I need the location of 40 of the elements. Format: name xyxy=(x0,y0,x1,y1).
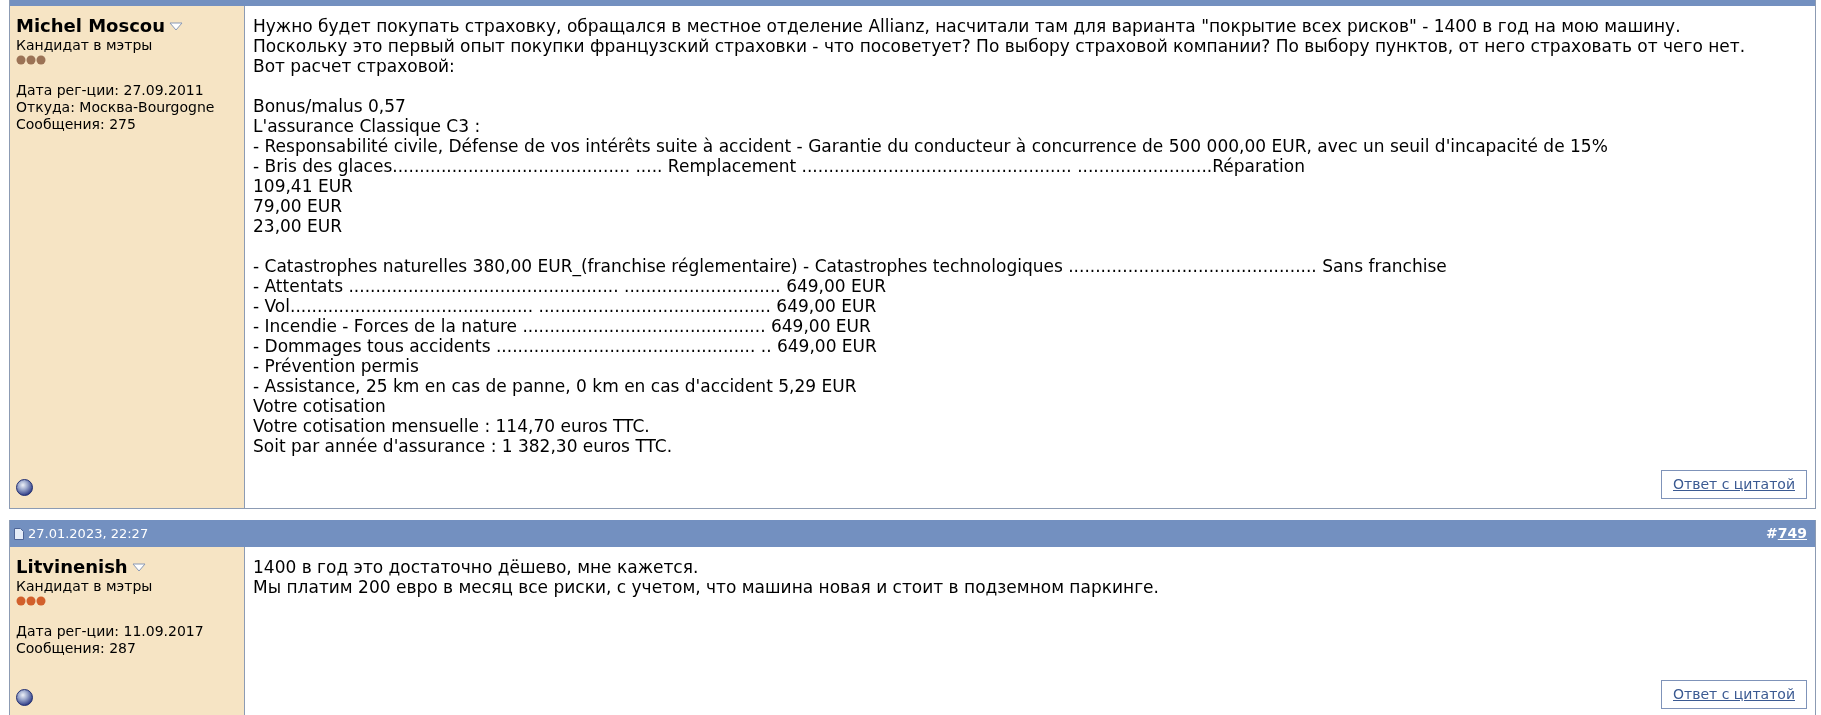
user-info-text: Откуда: Москва-Bourgogne xyxy=(16,99,216,116)
post-text-line: Нужно будет покупать страховку, обращался в местное отделение Allianz, насчитали там для варианта "покрытие всех рисков" - 1400 в год на мою машину. xyxy=(253,16,1682,36)
post-text-line: - Vol............................................. ........................................... 649,00 EUR xyxy=(253,296,878,316)
post-number-sign: # xyxy=(1766,524,1778,543)
sphere-icon xyxy=(16,479,33,496)
caret-icon[interactable] xyxy=(131,562,146,572)
document-icon xyxy=(14,527,24,540)
post-text-line: Bonus/malus 0,57 xyxy=(253,96,407,116)
post-text-line: Votre cotisation xyxy=(253,396,387,416)
post-text-line: 109,41 EUR xyxy=(253,176,354,196)
post-text-line: - Assistance, 25 km en cas de panne, 0 km en cas d'accident 5,29 EUR xyxy=(253,376,858,396)
username[interactable]: Litvinenish xyxy=(16,556,128,578)
post-text-line: - Attentats .................................................. ............................. 649,00 EUR xyxy=(253,276,888,296)
reply-with-quote-button[interactable]: Ответ с цитатой xyxy=(1661,679,1807,709)
user-info-text: Сообщения: 287 xyxy=(16,640,137,657)
post-text-line: 1400 в год это достаточно дёшево, мне кажется. xyxy=(253,557,700,577)
user-rank: Кандидат в мэтры xyxy=(16,578,154,595)
user-info-text: Дата рег-ции: 11.09.2017 xyxy=(16,623,205,640)
post-text-line: - Catastrophes naturelles 380,00 EUR_(franchise réglementaire) - Catastrophes technologiques .............................................. Sans franchise xyxy=(253,256,1448,276)
post-text-line: - Dommages tous accidents ................................................ .. 649,00 EUR xyxy=(253,336,878,356)
username[interactable]: Michel Moscou xyxy=(16,15,166,37)
user-info-text: Дата рег-ции: 27.09.2011 xyxy=(16,82,205,99)
user-rank: Кандидат в мэтры xyxy=(16,37,154,54)
post-text-line: Мы платим 200 евро в месяц все риски, с учетом, что машина новая и стоит в подземном паркинге. xyxy=(253,577,1160,597)
post-text-line: L'assurance Classique C3 : xyxy=(253,116,482,136)
post-text-line: - Prévention permis xyxy=(253,356,420,376)
post-text-line: Поскольку это первый опыт покупки французский страховки - что посоветует? По выбору страховой компании? По выбору пунктов, от него страховать от чего нет. xyxy=(253,36,1747,56)
post-text-line: - Bris des glaces............................................ ..... Remplacement .................................................. .........................Réparation xyxy=(253,156,1306,176)
sphere-icon xyxy=(16,688,33,706)
post-date: 27.01.2023, 22:27 xyxy=(28,524,149,543)
reply-with-quote-button[interactable]: Ответ с цитатой xyxy=(1661,470,1807,499)
post-text-line: Votre cotisation mensuelle : 114,70 euros TTC. xyxy=(253,416,651,436)
user-info-text: Сообщения: 275 xyxy=(16,116,137,133)
post-text-line: - Responsabilité civile, Défense de vos intérêts suite à accident - Garantie du conducteur à concurrence de 500 000,00 EUR, avec un seuil d'incapacité de 15% xyxy=(253,136,1609,156)
post-text-line: 79,00 EUR xyxy=(253,196,344,216)
caret-icon[interactable] xyxy=(169,21,184,31)
post-text-line: 23,00 EUR xyxy=(253,216,344,236)
post-text-line: Вот расчет страховой: xyxy=(253,56,456,76)
post-text-line: - Incendie - Forces de la nature ............................................. 649,00 EUR xyxy=(253,316,872,336)
post-text-line: Soit par année d'assurance : 1 382,30 euros TTC. xyxy=(253,436,674,456)
